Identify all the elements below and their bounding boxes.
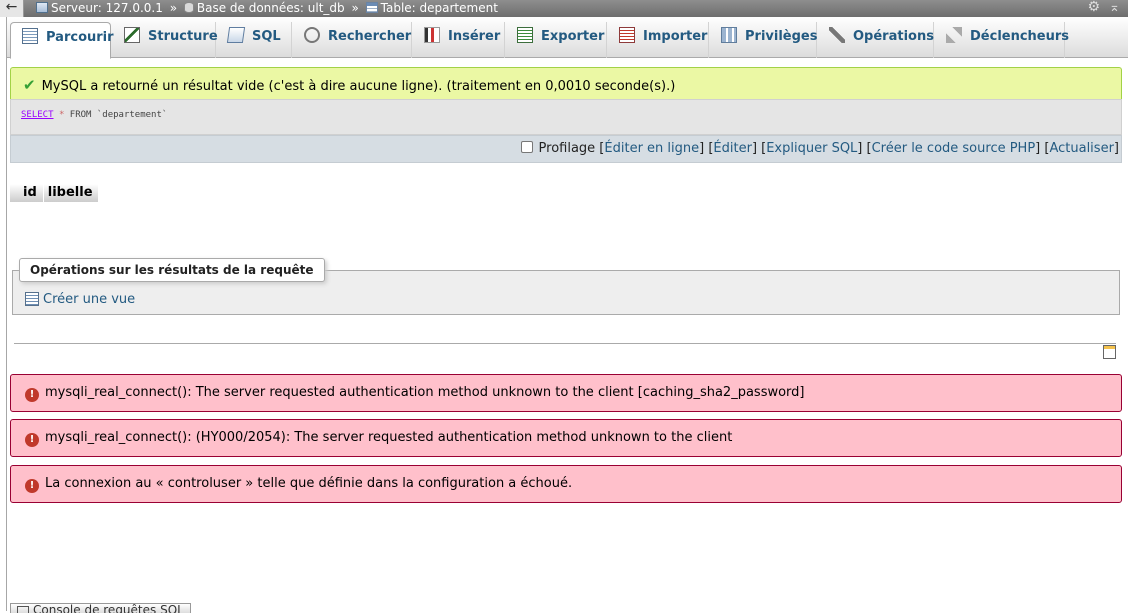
server-icon: [36, 2, 48, 13]
tab-operations[interactable]: Opérations: [818, 22, 934, 58]
tab-browse[interactable]: Parcourir: [10, 22, 114, 59]
error-message: ! mysqli_real_connect(): The server reque…: [10, 374, 1122, 412]
explain-sql-link[interactable]: Expliquer SQL: [766, 141, 857, 156]
tab-label: Rechercher: [328, 29, 412, 44]
tab-triggers[interactable]: Déclencheurs: [935, 22, 1069, 58]
error-text: mysqli_real_connect(): The server reques…: [45, 385, 805, 400]
create-view-link[interactable]: Créer une vue: [25, 292, 135, 307]
collapse-icon[interactable]: ⌅: [1109, 0, 1120, 15]
edit-inline-link[interactable]: Éditer en ligne: [604, 141, 699, 156]
create-view-icon: [25, 292, 39, 306]
column-header-id[interactable]: id: [10, 184, 44, 202]
tab-bar: Parcourir Structure SQL Rechercher Insér…: [7, 17, 1128, 59]
success-text: MySQL a retourné un résultat vide (c'est…: [41, 79, 676, 94]
sql-star: *: [58, 110, 65, 120]
tab-label: Importer: [643, 29, 708, 44]
tab-label: Déclencheurs: [970, 29, 1070, 44]
console-icon: [17, 606, 29, 613]
error-message: ! mysqli_real_connect(): (HY000/2054): Th…: [10, 419, 1122, 457]
gear-icon[interactable]: ⚙: [1087, 0, 1100, 15]
tab-label: Privilèges: [745, 29, 818, 44]
tab-label: Exporter: [541, 29, 605, 44]
tab-sql[interactable]: SQL: [217, 22, 292, 58]
edit-link[interactable]: Éditer: [713, 141, 752, 156]
notepad-icon[interactable]: [1103, 345, 1116, 359]
tab-structure[interactable]: Structure: [113, 22, 218, 58]
error-text: La connexion au « controluser » telle qu…: [45, 476, 573, 491]
breadcrumb-separator: »: [351, 1, 359, 15]
error-text: mysqli_real_connect(): (HY000/2054): The…: [45, 430, 733, 445]
create-view-label: Créer une vue: [43, 292, 136, 307]
sql-keyword-link[interactable]: SELECT: [21, 110, 54, 120]
insert-icon: [424, 27, 440, 43]
back-arrow-icon[interactable]: ←: [0, 0, 24, 17]
error-icon: !: [25, 388, 39, 402]
import-icon: [619, 27, 635, 43]
result-table-header: id libelle: [10, 184, 99, 202]
search-icon: [304, 27, 320, 43]
tab-privileges[interactable]: Privilèges: [710, 22, 817, 58]
breadcrumb: Serveur: 127.0.0.1 » Base de données: ul…: [36, 0, 498, 17]
console-label: Console de requêtes SQL: [33, 603, 184, 613]
left-frame-edge: [0, 17, 7, 611]
column-header-libelle[interactable]: libelle: [43, 184, 99, 202]
tab-label: Parcourir: [46, 30, 114, 45]
tab-insert[interactable]: Insérer: [413, 22, 505, 58]
query-operations-fieldset: Opérations sur les résultats de la requê…: [12, 258, 1120, 315]
table-icon: [365, 2, 378, 13]
profiling-label: Profilage: [538, 141, 596, 156]
tab-export[interactable]: Exporter: [506, 22, 607, 58]
breadcrumb-database[interactable]: Base de données: ult_db: [197, 1, 345, 15]
structure-icon: [124, 27, 140, 43]
database-icon: [183, 2, 194, 13]
divider: [14, 343, 1116, 344]
create-php-code-link[interactable]: Créer le code source PHP: [872, 141, 1036, 156]
triggers-icon: [946, 27, 962, 43]
tab-search[interactable]: Rechercher: [293, 22, 412, 58]
error-icon: !: [25, 479, 39, 493]
browse-icon: [22, 28, 38, 44]
profiling-checkbox[interactable]: [520, 141, 533, 153]
query-operations-legend: Opérations sur les résultats de la requê…: [19, 258, 325, 282]
breadcrumb-table[interactable]: Table: departement: [381, 1, 498, 15]
query-tools-row: Profilage [Éditer en ligne] [Éditer] [Ex…: [10, 135, 1122, 163]
tab-label: Opérations: [853, 29, 934, 44]
sql-rest: FROM `departement`: [69, 110, 168, 120]
breadcrumb-bar: ← Serveur: 127.0.0.1 » Base de données: …: [0, 0, 1128, 17]
sql-console-toggle[interactable]: Console de requêtes SQL: [10, 603, 191, 613]
sql-icon: [226, 27, 246, 43]
tab-label: Structure: [148, 29, 218, 44]
privileges-icon: [721, 27, 737, 43]
tab-label: SQL: [252, 29, 281, 44]
sql-query-display: SELECT * FROM `departement`: [10, 99, 1122, 135]
export-icon: [517, 27, 533, 43]
breadcrumb-separator: »: [169, 1, 178, 15]
tab-import[interactable]: Importer: [608, 22, 709, 58]
error-message: ! La connexion au « controluser » telle q…: [10, 465, 1122, 503]
check-icon: ✔: [23, 76, 36, 94]
operations-icon: [829, 27, 845, 43]
tab-label: Insérer: [448, 29, 501, 44]
breadcrumb-server[interactable]: Serveur: 127.0.0.1: [51, 1, 163, 15]
error-icon: !: [25, 433, 39, 447]
refresh-link[interactable]: Actualiser: [1049, 141, 1113, 156]
success-message: ✔ MySQL a retourné un résultat vide (c'es…: [10, 67, 1122, 99]
